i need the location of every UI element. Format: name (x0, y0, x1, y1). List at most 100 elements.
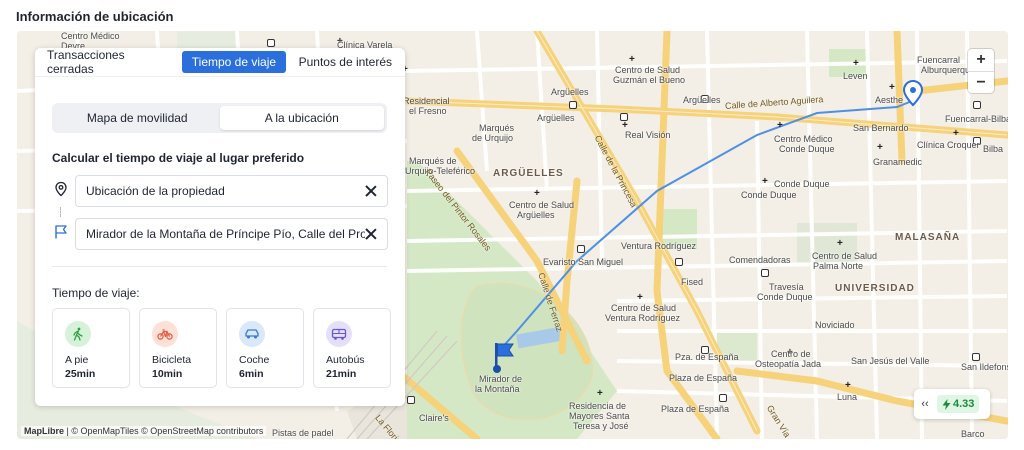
map-label: Barco (961, 429, 985, 439)
map-pin-icon (55, 181, 67, 197)
destination-value: Mirador de la Montaña de Príncipe Pío, C… (86, 227, 365, 241)
medical-icon: + (889, 82, 895, 93)
mode-card-bus[interactable]: Autobús 21min (313, 308, 391, 388)
route-connector (60, 207, 61, 217)
map-label: Alburquerque (921, 65, 976, 75)
car-icon (239, 321, 265, 347)
metro-icon (719, 394, 727, 402)
mode-segmented-control: Mapa de movilidad A la ubicación (52, 103, 387, 133)
map-label: Marqués (479, 123, 515, 133)
map-label: Conde Duque (779, 144, 835, 154)
map-label: Clínica Croquer (917, 140, 980, 150)
map-label: San Jesús del Valle (851, 356, 930, 366)
map-label: Palma Norte (813, 261, 864, 271)
tab-points-of-interest[interactable]: Puntos de interés (290, 51, 401, 73)
map-label: Travesía (769, 282, 804, 292)
district-label: ARGÜELLES (493, 168, 564, 179)
mode-time: 10min (152, 368, 183, 380)
map-label: Leven (843, 71, 868, 81)
calc-heading: Calcular el tiempo de viaje al lugar pre… (52, 151, 305, 165)
maplibre-link[interactable]: MapLibre (24, 426, 64, 436)
map-label: Argüelles (551, 87, 589, 97)
map-label: Evaristo San Miguel (543, 257, 624, 267)
map-label: el Fresno (409, 106, 447, 116)
map-label: Real Visión (625, 130, 671, 140)
mode-name: Autobús (326, 354, 365, 366)
map-label: Centro de Salud (812, 251, 878, 261)
map-label: Urquijo-Teleférico (405, 166, 476, 176)
medical-icon: + (837, 238, 843, 249)
tab-bar: Transacciones cerradas Tiempo de viaje P… (35, 48, 405, 77)
medical-icon: + (534, 188, 540, 199)
destination-field[interactable]: Mirador de la Montaña de Príncipe Pío, C… (75, 218, 388, 250)
attribution-text: | © OpenMapTiles © OpenStreetMap contrib… (64, 426, 264, 436)
map-attribution: MapLibre | © OpenMapTiles © OpenStreetMa… (21, 426, 267, 436)
map-label: Comendadoras (729, 255, 791, 265)
map-label: Centro de (771, 349, 811, 359)
map-label: Centro de Salud (615, 65, 681, 75)
map-label: Ventura Rodríguez (621, 241, 697, 251)
map-label: Guzmán el Bueno (613, 75, 686, 85)
divider (52, 266, 387, 267)
mode-time: 25min (65, 368, 96, 380)
map-label: de Urquijo (472, 133, 514, 143)
tab-travel-time[interactable]: Tiempo de viaje (182, 51, 286, 73)
map-label: Mayores Santa (569, 411, 630, 421)
map-label: Luna (837, 392, 858, 402)
map-label: Residencia de (569, 401, 627, 411)
map-label: Argüelles (537, 113, 575, 123)
medical-icon: + (777, 120, 783, 131)
segment-to-location[interactable]: A la ubicación (219, 106, 384, 130)
map-label: Fuencarral (917, 55, 961, 65)
zoom-in-button[interactable]: + (968, 49, 994, 71)
map-label: Argüelles (683, 95, 721, 105)
map-label: Claire's (419, 413, 449, 423)
map-label: Pistas de padel (272, 428, 334, 438)
map-label: Fised (681, 277, 704, 287)
metro-icon (761, 269, 769, 277)
medical-icon: + (762, 176, 768, 187)
map-label: Osteopatía Jada (755, 359, 822, 369)
map-label: Plaza de España (661, 404, 730, 414)
metro-icon (972, 353, 980, 361)
clear-destination-icon[interactable] (365, 228, 377, 240)
district-label: UNIVERSIDAD (835, 283, 915, 294)
segment-mobility-map[interactable]: Mapa de movilidad (55, 106, 220, 130)
tab-closed-transactions[interactable]: Transacciones cerradas (39, 48, 178, 76)
mode-card-walk[interactable]: A pie 25min (52, 308, 130, 388)
map-label: San Ildefonso (961, 362, 1008, 372)
mode-time: 6min (239, 368, 264, 380)
expand-chevron-icon[interactable]: ‹‹ (919, 398, 931, 410)
metro-icon (675, 258, 683, 266)
medical-icon: + (953, 128, 959, 139)
map-label: San Bernardo (853, 123, 909, 133)
score-widget[interactable]: ‹‹ 4.33 (914, 389, 990, 419)
map-label: Noviciado (815, 320, 855, 330)
score-badge: 4.33 (937, 395, 980, 413)
map-label: Centro de Salud (509, 200, 575, 210)
zoom-out-button[interactable]: − (968, 71, 994, 93)
map-label: Ventura Rodríguez (605, 313, 681, 323)
bus-icon (326, 321, 352, 347)
map-label: Bilba (983, 144, 1004, 154)
medical-icon: + (877, 142, 883, 153)
medical-icon: + (629, 54, 635, 65)
district-label: MALASAÑA (895, 232, 961, 243)
map-label: Granamedic (873, 157, 923, 167)
medical-icon: + (853, 58, 859, 69)
flag-icon (55, 225, 67, 239)
map-label: la Montaña (475, 384, 520, 394)
origin-field[interactable]: Ubicación de la propiedad (75, 175, 388, 207)
map-label: Marqués de (409, 156, 457, 166)
score-value: 4.33 (953, 398, 975, 410)
mode-card-car[interactable]: Coche 6min (226, 308, 304, 388)
map-label: Centro Médico (774, 134, 833, 144)
map-label: Residencial (403, 96, 450, 106)
metro-icon (267, 39, 275, 47)
mode-name: Bicicleta (152, 354, 192, 366)
map-label: Centro Médico (61, 31, 120, 41)
mode-card-bicycle[interactable]: Bicicleta 10min (139, 308, 217, 388)
bicycle-icon (152, 321, 178, 347)
metro-icon (577, 245, 585, 253)
clear-origin-icon[interactable] (365, 185, 377, 197)
